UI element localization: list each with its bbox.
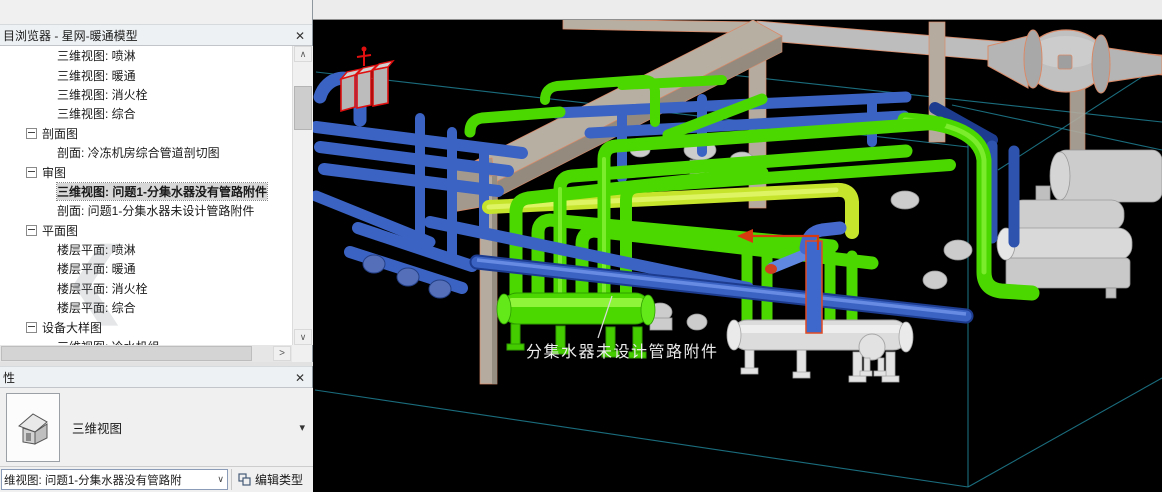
type-selector[interactable]: 三维视图 ▾ [0,388,313,467]
tree-item[interactable]: 三维视图: 喷淋 [0,46,292,65]
view-3d-house-icon [13,408,53,448]
scroll-right-button[interactable]: > [273,346,291,361]
duct-silencer [988,30,1162,93]
3d-viewport[interactable]: 分集水器未设计管路附件 [313,0,1162,492]
project-browser-title: 目浏览器 - 星网-暖通模型 [0,27,138,44]
type-icon-box[interactable] [6,393,60,462]
tree-item-selected[interactable]: 三维视图: 问题1-分集水器没有管路附件 [0,182,292,201]
tree-item[interactable]: 三维视图: 冷水机组 [0,337,292,345]
tree-item[interactable]: 剖面: 问题1-分集水器未设计管路附件 [0,201,292,220]
collapse-minus-icon[interactable] [26,128,37,139]
left-dock-panel: 目浏览器 - 星网-暖通模型 ✕ 三维视图: 喷淋 三维视图: 暖通 三维视图:… [0,0,313,492]
edit-type-button[interactable]: 编辑类型 [235,469,306,490]
type-label: 三维视图 [72,388,122,467]
red-flag-boxes [341,47,393,112]
properties-title: 性 [0,369,15,386]
tree-item-label: 平面图 [42,222,78,239]
chevron-down-icon: ∨ [214,474,227,485]
tree-item-label: 楼层平面: 暖通 [57,260,136,277]
view-selector-row: 维视图: 问题1-分集水器没有管路附 ∨ 编辑类型 [0,467,313,492]
dropdown-arrow-icon: ▾ [299,388,305,467]
edit-type-icon [238,473,251,486]
tree-item[interactable]: 三维视图: 综合 [0,104,292,123]
chevron-right-icon: > [279,348,285,359]
collapse-minus-icon[interactable] [26,322,37,333]
tree-item[interactable]: 设备大样图 [0,317,292,336]
collapse-minus-icon[interactable] [26,225,37,236]
tree-item-label: 三维视图: 暖通 [57,67,136,84]
tree-item-label: 楼层平面: 消火栓 [57,280,148,297]
close-icon: ✕ [295,371,305,385]
tree-item-label: 三维视图: 综合 [57,105,136,122]
tree-horizontal-scrollbar[interactable]: > [0,345,292,362]
properties-close-button[interactable]: ✕ [291,369,309,386]
scroll-down-button[interactable]: ∨ [294,329,312,345]
tree-item-label: 剖面: 冷冻机房综合管道剖切图 [57,144,220,161]
tree-item-label: 设备大样图 [42,319,102,336]
tree-item-label: 三维视图: 冷水机组 [57,338,160,345]
tree-vertical-scrollbar[interactable]: ∧ ∨ [292,46,313,345]
chevron-down-icon: ∨ [300,332,307,343]
project-browser-titlebar[interactable]: 目浏览器 - 星网-暖通模型 ✕ [0,24,312,46]
separator [231,469,232,490]
tree-item[interactable]: 平面图 [0,221,292,240]
tree-item[interactable]: 三维视图: 消火栓 [0,85,292,104]
horizontal-scroll-thumb[interactable] [1,346,252,361]
tree-item[interactable]: 审图 [0,162,292,181]
tree-item-label: 剖面: 问题1-分集水器未设计管路附件 [57,202,254,219]
annotation-text: 分集水器未设计管路附件 [526,338,706,362]
tree-item-label: 楼层平面: 喷淋 [57,241,136,258]
scroll-up-button[interactable]: ∧ [294,46,312,62]
chevron-up-icon: ∧ [300,49,307,60]
viewport-top-strip [313,0,1162,20]
tree-item-label: 审图 [42,164,66,181]
tree-item-label: 剖面图 [42,125,78,142]
tree-item-label: 三维视图: 喷淋 [57,47,136,64]
view-selector-combobox[interactable]: 维视图: 问题1-分集水器没有管路附 ∨ [1,469,228,490]
collapse-minus-icon[interactable] [26,167,37,178]
tree-item[interactable]: 剖面图 [0,124,292,143]
3d-scene [313,20,1162,492]
chiller-units [923,150,1162,298]
properties-titlebar[interactable]: 性 ✕ [0,366,312,388]
tree-item[interactable]: 楼层平面: 综合 [0,298,292,317]
vertical-scroll-thumb[interactable] [294,86,312,130]
project-browser-tree: 三维视图: 喷淋 三维视图: 暖通 三维视图: 消火栓 三维视图: 综合 剖面图… [0,46,292,345]
tree-item[interactable]: 楼层平面: 喷淋 [0,240,292,259]
project-browser-close-button[interactable]: ✕ [291,27,309,44]
view-selector-value: 维视图: 问题1-分集水器没有管路附 [2,472,214,488]
tree-item[interactable]: 楼层平面: 消火栓 [0,279,292,298]
tree-item-label: 三维视图: 问题1-分集水器没有管路附件 [57,183,267,200]
tree-item[interactable]: 三维视图: 暖通 [0,65,292,84]
tree-item-label: 三维视图: 消火栓 [57,86,148,103]
tree-item-label: 楼层平面: 综合 [57,299,136,316]
tree-item[interactable]: 楼层平面: 暖通 [0,259,292,278]
edit-type-label: 编辑类型 [255,471,303,488]
tree-item[interactable]: 剖面: 冷冻机房综合管道剖切图 [0,143,292,162]
close-icon: ✕ [295,29,305,43]
